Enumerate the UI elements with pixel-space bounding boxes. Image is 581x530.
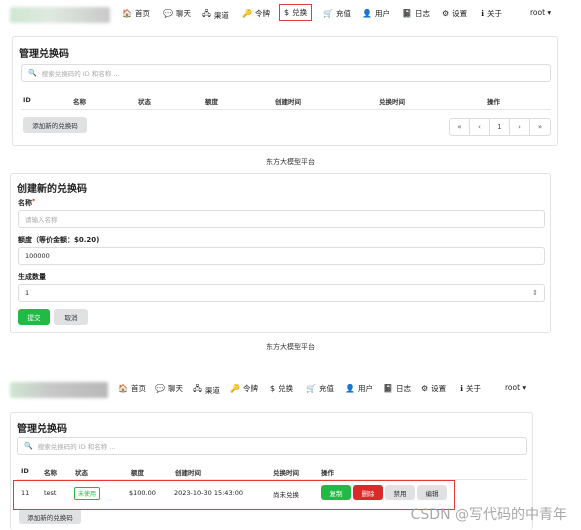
- col-quota-2: 额度: [131, 469, 144, 477]
- cart-icon: 🛒: [306, 384, 316, 393]
- search-icon: 🔍: [28, 69, 37, 77]
- col-name-2: 名称: [44, 469, 57, 477]
- info-icon: ℹ: [481, 9, 485, 18]
- nav-redeem-active[interactable]: $ 兑换: [279, 4, 313, 21]
- cancel-button[interactable]: 取消: [54, 309, 88, 325]
- prev-page-button[interactable]: ‹: [470, 119, 490, 135]
- key-icon: 🔑: [230, 384, 240, 393]
- create-title: 创建新的兑换码: [17, 184, 87, 195]
- logo-blurred-2: [10, 382, 108, 398]
- col-name: 名称: [73, 98, 86, 106]
- nav-about-2[interactable]: ℹ 关于: [460, 383, 481, 394]
- next-page-button[interactable]: ›: [510, 119, 530, 135]
- nav-about[interactable]: ℹ 关于: [481, 8, 502, 19]
- top-navbar: 🏠 首页 💬 聊天 🖧 渠道 🔑 令牌 $ 兑换 🛒 充值 👤 用户 📓 日志 ⚙ 设置 ℹ 关于 …: [0, 0, 581, 30]
- chat-icon: 💬: [163, 9, 173, 18]
- col-quota: 额度: [205, 98, 218, 106]
- nav-token-2[interactable]: 🔑 令牌: [230, 383, 258, 394]
- first-page-button[interactable]: «: [450, 119, 470, 135]
- manage-panel: 管理兑换码 🔍 搜索兑换码的 ID 和名称 ... ID 名称 状态 额度 创建时…: [12, 36, 558, 146]
- search-icon: 🔍: [24, 442, 33, 450]
- footer-2: 东方大模型平台: [266, 343, 315, 351]
- nav-chat-2[interactable]: 💬 聊天: [155, 383, 183, 394]
- sitemap-icon: 🖧: [202, 9, 211, 18]
- dollar-icon: $: [284, 8, 290, 17]
- home-icon: 🏠: [122, 9, 132, 18]
- footer: 东方大模型平台: [266, 158, 315, 166]
- nav-user-2[interactable]: 👤 用户: [345, 383, 373, 394]
- last-page-button[interactable]: »: [530, 119, 550, 135]
- nav-home[interactable]: 🏠 首页: [122, 8, 150, 19]
- count-label: 生成数量: [18, 273, 46, 281]
- col-redeemed: 兑换时间: [379, 98, 405, 106]
- pagination: « ‹ 1 › »: [449, 118, 551, 136]
- name-label: 名称*: [18, 198, 36, 207]
- nav-settings[interactable]: ⚙ 设置: [442, 8, 467, 19]
- nav-log[interactable]: 📓 日志: [402, 8, 430, 19]
- col-status: 状态: [138, 98, 151, 106]
- search-input-2[interactable]: 🔍 搜索兑换码的 ID 和名称 ...: [17, 437, 527, 455]
- nav-home-2[interactable]: 🏠 首页: [118, 383, 146, 394]
- logo-blurred: [10, 7, 110, 23]
- nav-topup-2[interactable]: 🛒 充值: [306, 383, 334, 394]
- gear-icon: ⚙: [421, 384, 429, 393]
- add-redeem-button-2[interactable]: 添加新的兑换码: [19, 509, 81, 524]
- nav-topup[interactable]: 🛒 充值: [323, 8, 351, 19]
- gear-icon: ⚙: [442, 9, 450, 18]
- col-actions-2: 操作: [321, 469, 334, 477]
- nav-chat[interactable]: 💬 聊天: [163, 8, 191, 19]
- col-created-2: 创建时间: [175, 469, 201, 477]
- add-redeem-button[interactable]: 添加新的兑换码: [23, 117, 87, 133]
- col-status-2: 状态: [75, 469, 88, 477]
- nav-channel-2[interactable]: 🖧 渠道: [193, 383, 220, 397]
- stepper-icon[interactable]: ⇕: [532, 289, 538, 297]
- col-created: 创建时间: [275, 98, 301, 106]
- divider: [21, 109, 551, 110]
- nav-user[interactable]: 👤 用户: [362, 8, 390, 19]
- nav-channel[interactable]: 🖧 渠道: [202, 8, 229, 22]
- create-panel: 创建新的兑换码 名称* 请输入名称 额度（等价金额：$0.20) 100000 …: [10, 173, 551, 333]
- home-icon: 🏠: [118, 384, 128, 393]
- key-icon: 🔑: [242, 9, 252, 18]
- highlight-box: [13, 480, 455, 510]
- dollar-icon: $: [270, 384, 276, 393]
- user-icon: 👤: [345, 384, 355, 393]
- panel-title: 管理兑换码: [19, 49, 69, 60]
- col-redeemed-2: 兑换时间: [273, 469, 299, 477]
- user-icon: 👤: [362, 9, 372, 18]
- user-menu[interactable]: root ▾: [530, 8, 551, 17]
- watermark: CSDN @写代码的中青年: [410, 507, 567, 523]
- page-1-button[interactable]: 1: [490, 119, 510, 135]
- col-actions: 操作: [487, 98, 500, 106]
- search-input[interactable]: 🔍 搜索兑换码的 ID 和名称 ...: [21, 64, 551, 82]
- col-id: ID: [23, 96, 31, 104]
- sitemap-icon: 🖧: [193, 384, 202, 393]
- book-icon: 📓: [383, 384, 393, 393]
- user-menu-2[interactable]: root ▾: [505, 383, 526, 392]
- name-input[interactable]: 请输入名称: [18, 210, 545, 228]
- book-icon: 📓: [402, 9, 412, 18]
- submit-button[interactable]: 提交: [18, 309, 50, 325]
- panel-title-2: 管理兑换码: [17, 424, 67, 435]
- count-input[interactable]: 1 ⇕: [18, 284, 545, 302]
- nav-log-2[interactable]: 📓 日志: [383, 383, 411, 394]
- chat-icon: 💬: [155, 384, 165, 393]
- quota-input[interactable]: 100000: [18, 247, 545, 265]
- col-id-2: ID: [21, 467, 29, 475]
- cart-icon: 🛒: [323, 9, 333, 18]
- nav-token[interactable]: 🔑 令牌: [242, 8, 270, 19]
- quota-label: 额度（等价金额：$0.20): [18, 236, 100, 244]
- top-navbar-2: 🏠 首页 💬 聊天 🖧 渠道 🔑 令牌 $ 兑换 🛒 充值 👤 用户 📓 日志 ⚙ 设置 ℹ 关于 …: [0, 375, 581, 405]
- info-icon: ℹ: [460, 384, 464, 393]
- nav-settings-2[interactable]: ⚙ 设置: [421, 383, 446, 394]
- nav-redeem-2[interactable]: $ 兑换: [270, 383, 293, 394]
